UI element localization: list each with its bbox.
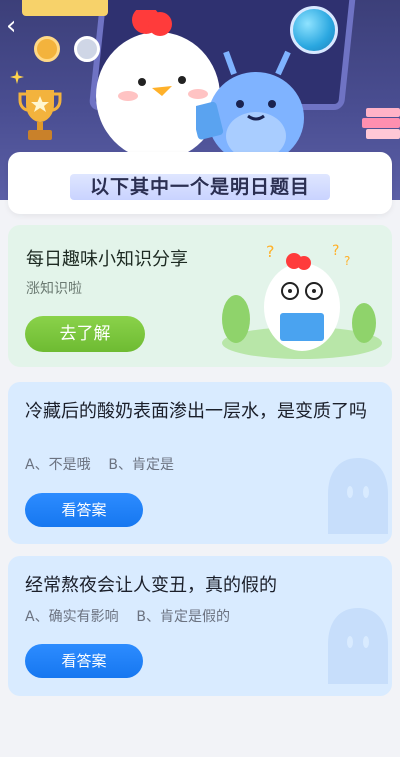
promo-subtitle: 涨知识啦 (26, 281, 82, 297)
svg-text:?: ? (266, 243, 275, 261)
books-icon (362, 108, 400, 139)
question-options: A、确实有影响 B、肯定是假的 (25, 609, 230, 625)
learn-more-button[interactable]: 去了解 (25, 316, 145, 352)
reading-chicken-illustration: ? ? ? (222, 243, 382, 359)
back-button[interactable]: ‹ (6, 11, 30, 42)
question-card: 冷藏后的酸奶表面渗出一层水，是变质了吗 A、不是哦 B、肯定是 看答案 (8, 382, 392, 544)
question-options: A、不是哦 B、肯定是 (25, 457, 174, 473)
banner-title-box: 以下其中一个是明日题目 (70, 174, 330, 200)
chevron-left-icon: ‹ (6, 11, 17, 41)
alien-mascot (196, 50, 304, 164)
mascot-watermark-icon (328, 608, 388, 684)
sparkle-icon (10, 70, 24, 84)
svg-text:?: ? (344, 254, 350, 268)
svg-text:?: ? (332, 243, 339, 259)
promo-title: 每日趣味小知识分享 (26, 249, 188, 270)
medal-icon (34, 36, 60, 62)
mascot-watermark-icon (328, 458, 388, 534)
banner-title: 以下其中一个是明日题目 (89, 176, 310, 198)
promo-card: 每日趣味小知识分享 涨知识啦 去了解 ? ? ? (8, 225, 392, 367)
banner: 以下其中一个是明日题目 (8, 152, 392, 214)
question-title: 冷藏后的酸奶表面渗出一层水，是变质了吗 (25, 401, 367, 422)
question-card: 经常熬夜会让人变丑，真的假的 A、确实有影响 B、肯定是假的 看答案 (8, 556, 392, 696)
trophy-icon (18, 90, 62, 140)
question-title: 经常熬夜会让人变丑，真的假的 (25, 575, 277, 596)
view-answer-button[interactable]: 看答案 (25, 644, 143, 678)
view-answer-button[interactable]: 看答案 (25, 493, 143, 527)
